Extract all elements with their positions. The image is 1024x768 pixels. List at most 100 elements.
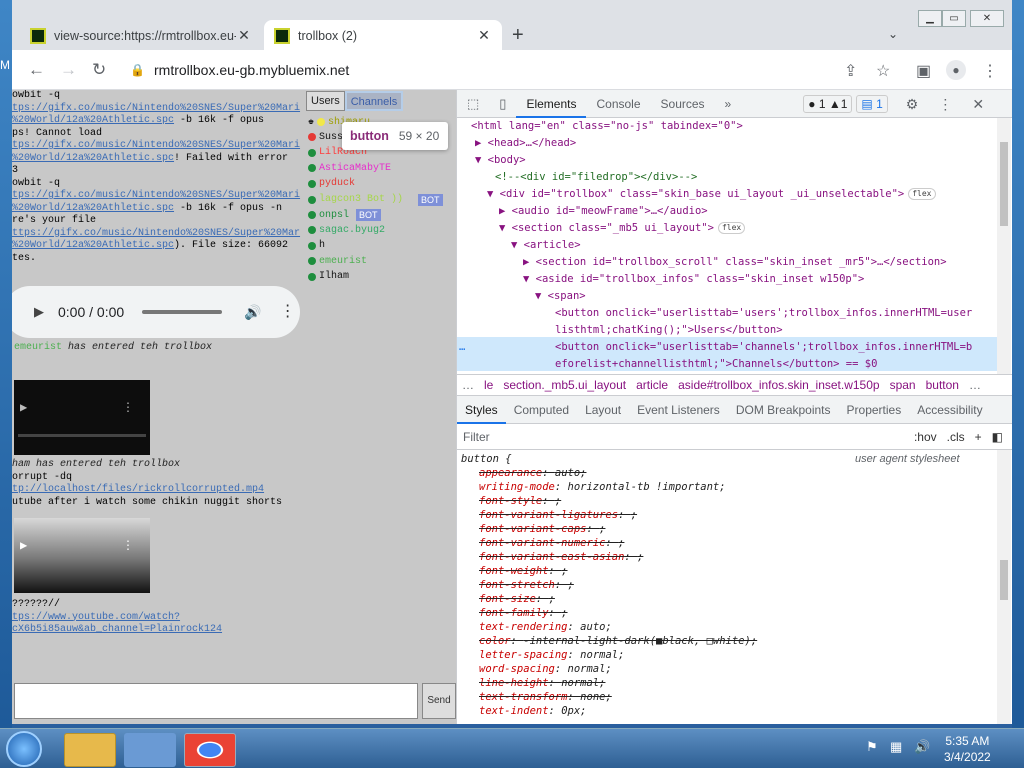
clock[interactable]: 5:35 AM 3/4/2022: [944, 733, 991, 765]
chat-link[interactable]: tps://www.youtube.com/watch?: [12, 612, 180, 623]
scroll-thumb[interactable]: [1000, 142, 1008, 226]
tab-elements[interactable]: Elements: [516, 90, 587, 118]
css-property[interactable]: writing-mode: horizontal-tb !important;: [479, 480, 726, 494]
css-property[interactable]: text-transform: none;: [479, 690, 612, 704]
filter-input[interactable]: Filter: [463, 430, 914, 444]
tab-console[interactable]: Console: [586, 90, 650, 118]
chat-link[interactable]: ttps://gifx.co/music/Nintendo%20SNES/Sup…: [12, 228, 300, 239]
styles-subtab[interactable]: Styles: [457, 396, 506, 424]
styles-subtab[interactable]: Layout: [577, 396, 629, 424]
css-property[interactable]: font-stretch: ;: [479, 578, 574, 592]
dom-node-article[interactable]: ▼ <article>: [511, 237, 581, 254]
styles-subtab[interactable]: DOM Breakpoints: [728, 396, 839, 424]
breadcrumb-item[interactable]: aside#trollbox_infos.skin_inset.w150p: [673, 378, 884, 392]
css-property[interactable]: line-height: normal;: [479, 676, 605, 690]
user-list-item[interactable]: AsticaMabyTE: [308, 163, 391, 174]
css-property[interactable]: font-style: ;: [479, 494, 561, 508]
video-progress-bar[interactable]: [18, 434, 146, 437]
issues-counter[interactable]: ▤ 1: [856, 94, 888, 113]
cls-button[interactable]: .cls: [947, 430, 965, 444]
settings-gear-icon[interactable]: ⚙: [896, 90, 929, 118]
chat-link[interactable]: %20World/12a%20Athletic.spc: [12, 115, 174, 126]
chat-link[interactable]: %20World/12a%20Athletic.spc: [12, 153, 174, 164]
css-property[interactable]: font-variant-east-asian: ;: [479, 550, 643, 564]
video-player-2[interactable]: ▶ ⋮: [14, 518, 150, 593]
chat-link[interactable]: tp://localhost/files/rickrollcorrupted.m…: [12, 484, 264, 495]
action-center-icon[interactable]: ⚑: [866, 739, 878, 755]
chat-link[interactable]: cX6b5i85auw&ab_channel=Plainrock124: [12, 624, 222, 635]
bookmark-star-icon[interactable]: ☆: [876, 61, 890, 81]
more-options-icon[interactable]: ⋮: [122, 402, 134, 415]
network-icon[interactable]: ▦: [890, 739, 902, 755]
chat-link[interactable]: tps://gifx.co/music/Nintendo%20SNES/Supe…: [12, 103, 300, 114]
dom-node-body[interactable]: ▼ <body>: [475, 152, 526, 169]
address-bar[interactable]: 🔒 rmtrollbox.eu-gb.mybluemix.net: [122, 55, 902, 85]
more-options-icon[interactable]: ⋮: [122, 540, 134, 553]
css-property[interactable]: text-rendering: auto;: [479, 620, 612, 634]
dom-node-span[interactable]: ▼ <span>: [535, 288, 586, 305]
play-icon[interactable]: ▶: [20, 540, 27, 553]
user-list-item[interactable]: Ilham: [308, 271, 349, 282]
css-property[interactable]: font-weight: ;: [479, 564, 568, 578]
chrome-taskbar-icon[interactable]: [184, 733, 236, 767]
dom-node-html[interactable]: <html lang="en" class="no-js" tabindex="…: [471, 118, 743, 135]
css-property[interactable]: letter-spacing: normal;: [479, 648, 624, 662]
audio-progress-bar[interactable]: [142, 310, 223, 314]
new-tab-button[interactable]: +: [512, 24, 524, 47]
dom-node-aside[interactable]: ▼ <aside id="trollbox_infos" class="skin…: [523, 271, 864, 288]
profile-avatar-icon[interactable]: ●: [946, 60, 966, 80]
minimize-button[interactable]: ▁: [918, 10, 942, 27]
start-button[interactable]: [6, 731, 42, 767]
scroll-thumb[interactable]: [1000, 560, 1008, 600]
styles-subtab[interactable]: Accessibility: [909, 396, 990, 424]
breadcrumb-item[interactable]: …: [457, 378, 479, 392]
breadcrumb-item[interactable]: le: [479, 378, 498, 392]
chat-link[interactable]: tps://gifx.co/music/Nintendo%20SNES/Supe…: [12, 140, 300, 151]
css-property[interactable]: font-variant-numeric: ;: [479, 536, 624, 550]
tab-sources[interactable]: Sources: [651, 90, 715, 118]
css-property[interactable]: font-family: ;: [479, 606, 568, 620]
toggle-sidebar-icon[interactable]: ◧: [992, 430, 1003, 444]
tab-close-icon[interactable]: ✕: [236, 27, 252, 44]
menu-kebab-icon[interactable]: ⋮: [982, 61, 998, 81]
breadcrumb-item[interactable]: section._mb5.ui_layout: [498, 378, 631, 392]
device-toggle-icon[interactable]: ▯: [489, 90, 516, 118]
more-options-icon[interactable]: ⋮: [280, 304, 296, 319]
user-list-item[interactable]: sagac.byug2: [308, 225, 385, 236]
css-property[interactable]: word-spacing: normal;: [479, 662, 612, 676]
user-list-item[interactable]: h: [308, 240, 325, 251]
media-player-taskbar-icon[interactable]: [124, 733, 176, 767]
styles-subtab[interactable]: Event Listeners: [629, 396, 728, 424]
volume-icon[interactable]: 🔊: [244, 305, 261, 318]
tab-view-source[interactable]: view-source:https://rmtrollbox.eu- ✕: [20, 20, 262, 51]
explorer-taskbar-icon[interactable]: [64, 733, 116, 767]
video-player-1[interactable]: ▶ ⋮: [14, 380, 150, 455]
inspect-element-icon[interactable]: ⬚: [457, 90, 489, 118]
styles-subtab[interactable]: Properties: [839, 396, 910, 424]
tab-close-icon[interactable]: ✕: [476, 27, 492, 44]
dom-node-button-channels-a[interactable]: <button onclick="userlisttab='channels';…: [555, 339, 972, 356]
maximize-button[interactable]: ▭: [942, 10, 966, 27]
hov-button[interactable]: :hov: [914, 430, 937, 444]
user-list-item[interactable]: emeurist: [308, 256, 367, 267]
user-list-item[interactable]: lagcon3 Bot )) BOT: [308, 193, 443, 206]
tab-trollbox[interactable]: trollbox (2) ✕: [264, 20, 502, 51]
close-window-button[interactable]: ✕: [970, 10, 1004, 27]
tab-search-chevron-icon[interactable]: ⌄: [888, 27, 898, 41]
devtools-close-icon[interactable]: ✕: [962, 90, 994, 118]
dom-scrollbar[interactable]: [997, 118, 1011, 374]
volume-icon[interactable]: 🔊: [914, 739, 930, 755]
user-list-item[interactable]: pyduck: [308, 178, 355, 189]
error-warning-counter[interactable]: ● 1 ▲1: [803, 94, 853, 113]
chat-link[interactable]: %20World/12a%20Athletic.spc: [12, 203, 174, 214]
css-property[interactable]: text-indent: 0px;: [479, 704, 587, 718]
channels-tab-button[interactable]: Channels: [344, 91, 404, 111]
css-property[interactable]: font-variant-caps: ;: [479, 522, 605, 536]
dom-node-button-channels-b[interactable]: eforelist+channellisthtml;">Channels</bu…: [555, 356, 877, 373]
breadcrumb-item[interactable]: article: [631, 378, 673, 392]
reload-icon[interactable]: ↻: [92, 60, 106, 80]
chat-link[interactable]: %20World/12a%20Athletic.spc: [12, 240, 174, 251]
dom-node-comment[interactable]: <!--<div id="filedrop"></div>-->: [495, 169, 697, 186]
share-icon[interactable]: ⇪: [844, 61, 857, 81]
user-list-item[interactable]: onpsl BOT: [308, 209, 381, 221]
